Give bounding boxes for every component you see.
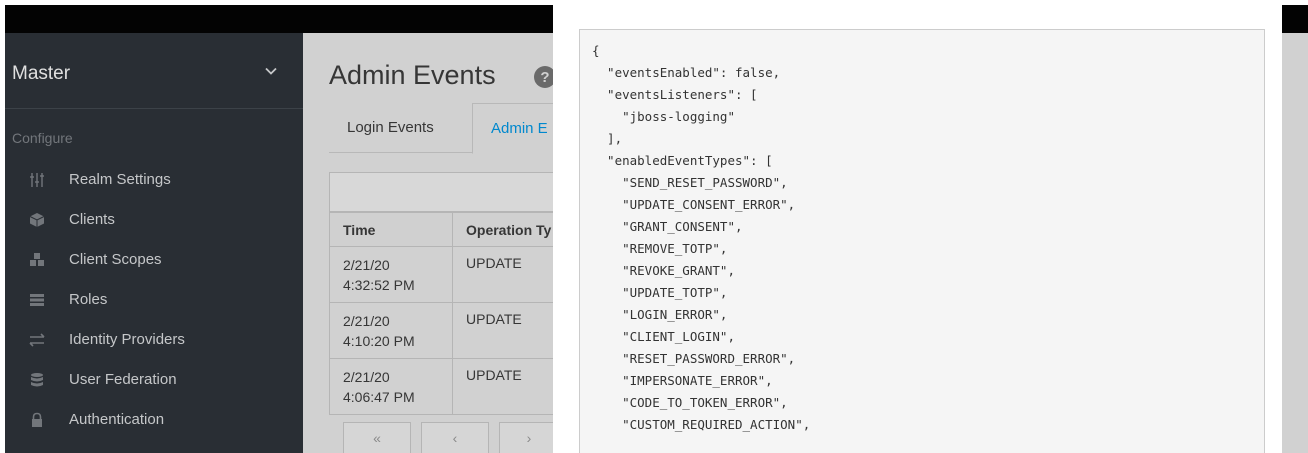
realm-name: Master (12, 63, 71, 84)
list-icon (30, 294, 44, 306)
realm-selector[interactable]: Master (5, 33, 303, 109)
sidebar-item-label: Authentication (69, 411, 165, 428)
cube-icon (29, 213, 45, 227)
cell-time-text: 4:06:47 PM (343, 389, 415, 405)
exchange-icon (29, 333, 45, 347)
representation-modal: { "eventsEnabled": false, "eventsListene… (553, 5, 1282, 453)
column-header-time[interactable]: Time (343, 222, 375, 238)
cell-time-text: 4:10:20 PM (343, 333, 415, 349)
json-line: "eventsEnabled": false, (592, 65, 781, 80)
json-line: "GRANT_CONSENT", (592, 219, 743, 234)
sidebar-item-label: Client Scopes (69, 251, 162, 268)
svg-text:?: ? (540, 69, 549, 86)
sidebar-item-identity-providers[interactable]: Identity Providers (5, 323, 303, 359)
lock-icon (32, 412, 42, 427)
pager-first-button[interactable]: « (343, 422, 411, 453)
cell-operation-type: UPDATE (466, 367, 522, 383)
table-toolbar (329, 172, 559, 212)
json-line: "UPDATE_TOTP", (592, 285, 728, 300)
json-line: "jboss-logging" (592, 109, 735, 124)
cell-time-text: 4:32:52 PM (343, 277, 415, 293)
cubes-icon (30, 253, 44, 266)
column-header-operation-type[interactable]: Operation Ty (466, 222, 551, 238)
chevron-down-icon (265, 67, 277, 75)
json-line: "IMPERSONATE_ERROR", (592, 373, 773, 388)
json-line: "REMOVE_TOTP", (592, 241, 728, 256)
json-line: "enabledEventTypes": [ (592, 153, 773, 168)
sidebar-item-client-scopes[interactable]: Client Scopes (5, 243, 303, 279)
table-row[interactable]: 2/21/20 4:10:20 PM UPDATE (329, 303, 559, 359)
sidebar-section-configure: Configure (12, 130, 73, 146)
backdrop-strip (1282, 33, 1308, 453)
sidebar-item-roles[interactable]: Roles (5, 283, 303, 319)
cell-date-text: 2/21/20 (343, 313, 390, 329)
sidebar-item-label: Realm Settings (69, 171, 171, 188)
pager-next-button[interactable]: › (499, 422, 559, 453)
json-line: "SEND_RESET_PASSWORD", (592, 175, 788, 190)
table-row[interactable]: 2/21/20 4:32:52 PM UPDATE (329, 247, 559, 303)
json-line: ], (592, 131, 623, 146)
sliders-icon (30, 173, 44, 187)
column-divider (452, 359, 453, 415)
sidebar-item-label: Clients (69, 211, 115, 228)
table-header: Time Operation Ty (329, 212, 559, 248)
pager-prev-button[interactable]: ‹ (421, 422, 489, 453)
cell-time: 2/21/20 4:06:47 PM (343, 367, 415, 407)
json-line: "RESET_PASSWORD_ERROR", (592, 351, 796, 366)
column-divider (452, 247, 453, 303)
json-line: { (592, 43, 600, 58)
json-line: "REVOKE_GRANT", (592, 263, 735, 278)
json-line: "CLIENT_LOGIN", (592, 329, 735, 344)
sidebar-item-label: Roles (69, 291, 108, 308)
json-line: "eventsListeners": [ (592, 87, 758, 102)
column-divider (452, 303, 453, 359)
sidebar-item-clients[interactable]: Clients (5, 203, 303, 239)
table-row[interactable]: 2/21/20 4:06:47 PM UPDATE (329, 359, 559, 415)
json-line: "UPDATE_CONSENT_ERROR", (592, 197, 796, 212)
tab-login-events[interactable]: Login Events (329, 103, 472, 154)
cell-date-text: 2/21/20 (343, 369, 390, 385)
json-line: "LOGIN_ERROR", (592, 307, 728, 322)
page-title: Admin Events (329, 60, 496, 90)
sidebar-item-label: Identity Providers (69, 331, 185, 348)
sidebar-item-authentication[interactable]: Authentication (5, 403, 303, 439)
sidebar-item-label: User Federation (69, 371, 177, 388)
database-icon (31, 373, 43, 387)
cell-time: 2/21/20 4:10:20 PM (343, 311, 415, 351)
sidebar-item-realm-settings[interactable]: Realm Settings (5, 163, 303, 199)
cell-time: 2/21/20 4:32:52 PM (343, 255, 415, 295)
json-line: "CUSTOM_REQUIRED_ACTION", (592, 417, 811, 432)
cell-operation-type: UPDATE (466, 311, 522, 327)
column-divider (452, 213, 453, 248)
cell-operation-type: UPDATE (466, 255, 522, 271)
json-line: "CODE_TO_TOKEN_ERROR", (592, 395, 788, 410)
cell-date-text: 2/21/20 (343, 257, 390, 273)
sidebar: Master Configure Realm Settings Clients … (5, 33, 303, 453)
json-representation[interactable]: { "eventsEnabled": false, "eventsListene… (579, 29, 1265, 453)
sidebar-item-user-federation[interactable]: User Federation (5, 363, 303, 399)
tab-bar: Login Events Admin E (329, 103, 592, 154)
